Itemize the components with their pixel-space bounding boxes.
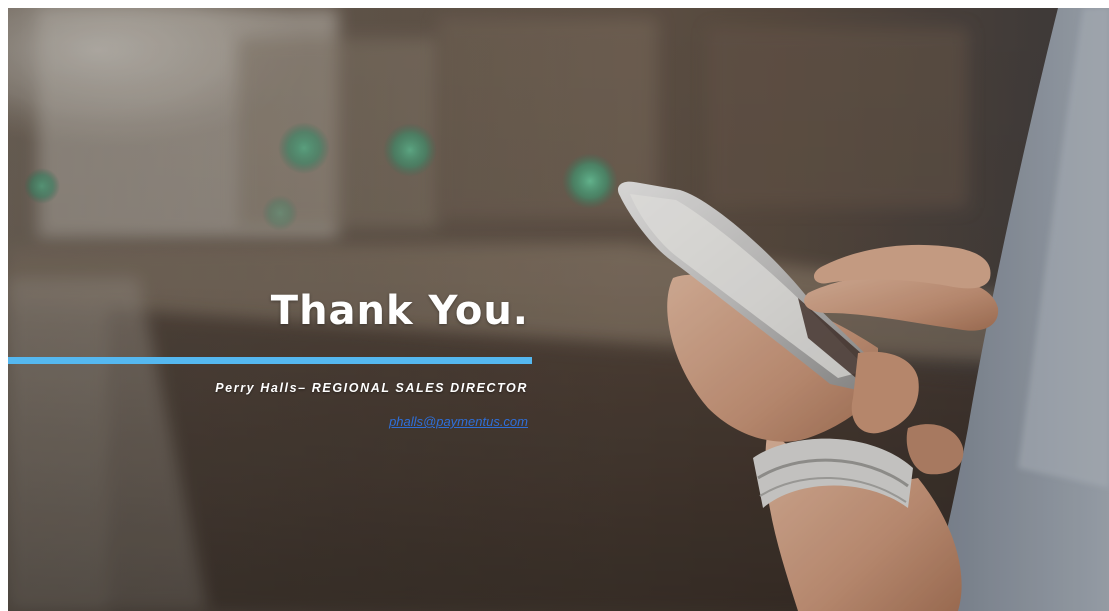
presenter-credit: Perry Halls– REGIONAL SALES DIRECTOR [215,381,528,395]
presenter-email-link[interactable]: phalls@paymentus.com [389,414,528,429]
presenter-separator: – [298,381,312,395]
presenter-role: REGIONAL SALES DIRECTOR [311,381,528,395]
background-photo-hand-holding-phone [8,8,1109,611]
accent-divider-bar [8,357,532,364]
presenter-name: Perry Halls [215,381,299,395]
presentation-slide: Thank You. Perry Halls– REGIONAL SALES D… [8,8,1109,611]
slide-title: Thank You. [270,288,529,334]
